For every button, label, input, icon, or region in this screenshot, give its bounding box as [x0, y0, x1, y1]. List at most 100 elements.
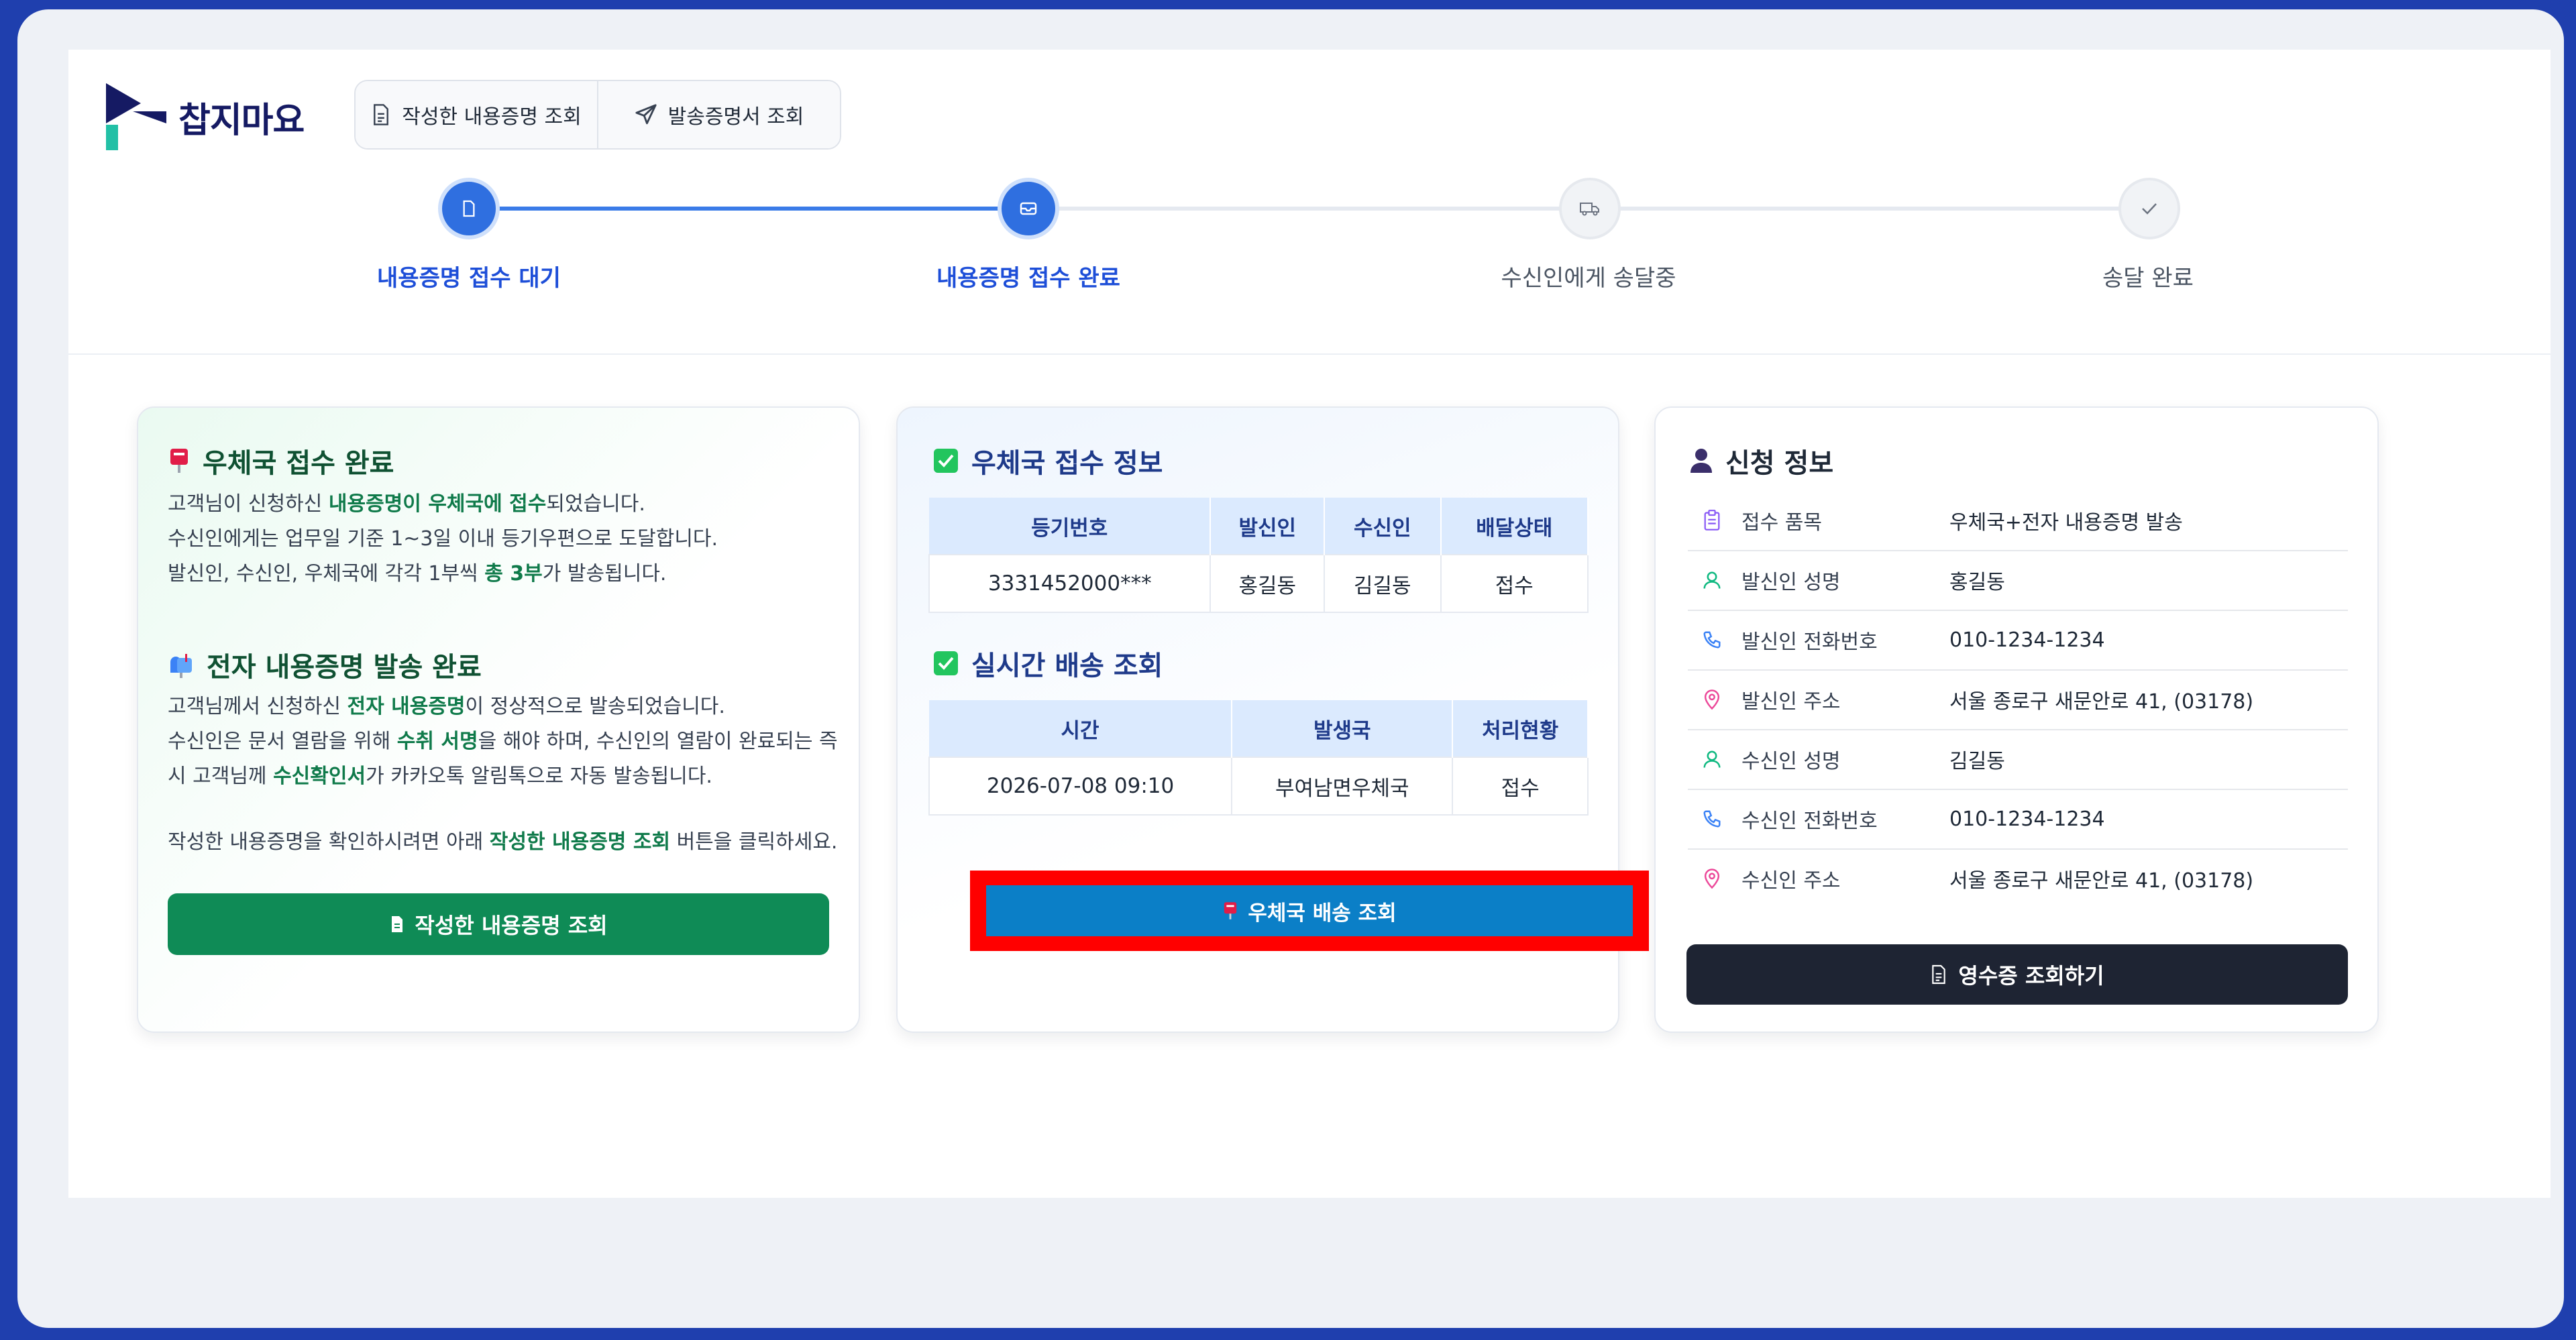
- info-label: 수신인 주소: [1741, 869, 1841, 893]
- time-cell: 2026-07-08 09:10: [928, 757, 1233, 816]
- e-line2-text: 수신인은 문서 열람을 위해: [168, 730, 397, 753]
- delivery-tracking-highlight: 우체국 배송 조회: [970, 871, 1649, 951]
- step-connector-done: [470, 207, 1030, 211]
- step-4-circle: [2118, 178, 2180, 239]
- check-icon: [2142, 203, 2157, 215]
- post-line3-tail: 가 발송됩니다.: [542, 562, 667, 585]
- info-label: 수신인 전화번호: [1741, 809, 1878, 833]
- registration-number-cell: 3331452000***: [928, 554, 1212, 613]
- truck-icon: [1580, 203, 1599, 216]
- e-line2-highlight: 수취 서명: [396, 730, 478, 753]
- post-line1-tail: 되었습니다.: [546, 492, 645, 516]
- info-label: 발신인 주소: [1741, 690, 1841, 714]
- column-header: 수신인: [1324, 498, 1442, 555]
- info-row-recipient-phone: 수신인 전화번호 010-1234-1234: [1688, 789, 2348, 850]
- post-office-delivery-tracking-button[interactable]: 우체국 배송 조회: [986, 885, 1633, 936]
- receipt-icon: [1932, 964, 1946, 985]
- view-written-certificate-label: 작성한 내용증명 조회: [415, 913, 608, 938]
- receipt-table: 등기번호 발신인 수신인 배달상태 3331452000*** 홍길동 김길동 …: [928, 498, 1589, 613]
- status-cell: 접수: [1452, 757, 1589, 816]
- electronic-certificate-sent-title-text: 전자 내용증명 발송 완료: [207, 652, 482, 683]
- e-line2-tail: 을 해야 하며, 수신인의 열람이 완료되는 즉: [478, 730, 838, 753]
- tracking-title: 실시간 배송 조회: [932, 644, 1163, 683]
- step-3-label: 수신인에게 송달중: [1501, 265, 1676, 292]
- view-receipt-button[interactable]: 영수증 조회하기: [1686, 944, 2348, 1005]
- info-value: 010-1234-1234: [1949, 807, 2105, 831]
- view-receipt-label: 영수증 조회하기: [1958, 963, 2104, 989]
- info-value: 우체국+전자 내용증명 발송: [1949, 511, 2183, 535]
- sender-cell: 홍길동: [1210, 554, 1326, 613]
- person-icon: [1689, 447, 1713, 474]
- e-line3-text: 시 고객님께: [168, 765, 274, 788]
- step-2-circle: [998, 178, 1059, 239]
- recipient-cell: 김길동: [1324, 554, 1442, 613]
- info-row-recipient-name: 수신인 성명 김길동: [1688, 730, 2348, 790]
- post-office-received-title-text: 우체국 접수 완료: [203, 448, 394, 479]
- post-line3-highlight: 총 3부: [484, 562, 543, 585]
- info-row-recipient-address: 수신인 주소 서울 종로구 새문안로 41, (03178): [1688, 849, 2348, 908]
- lookup-hint: 작성한 내용증명을 확인하시려면 아래 작성한 내용증명 조회 버튼을 클릭하세…: [168, 825, 837, 860]
- e-line3-highlight: 수신확인서: [273, 765, 366, 788]
- post-line2-text: 수신인에게는 업무일 기준 1~3일 이내 등기우편으로 도달합니다.: [168, 527, 718, 551]
- info-row-sender-address: 발신인 주소 서울 종로구 새문안로 41, (03178): [1688, 670, 2348, 730]
- step-3-circle: [1559, 178, 1621, 239]
- post-line1-highlight: 내용증명이 우체국에 접수: [328, 492, 547, 516]
- receipt-info-title-text: 우체국 접수 정보: [971, 448, 1163, 479]
- e-line1-highlight: 전자 내용증명: [347, 695, 466, 718]
- info-label: 발신인 전화번호: [1741, 630, 1878, 654]
- e-line3-tail: 가 카카오톡 알림톡으로 자동 발송됩니다.: [366, 765, 712, 788]
- hint-highlight: 작성한 내용증명 조회: [489, 830, 671, 854]
- receipt-info-title: 우체국 접수 정보: [932, 441, 1163, 480]
- column-header: 처리현황: [1452, 700, 1589, 757]
- document-icon: [392, 916, 403, 932]
- info-label: 수신인 성명: [1741, 750, 1841, 773]
- info-value: 서울 종로구 새문안로 41, (03178): [1949, 690, 2254, 714]
- view-written-certificate-button[interactable]: 작성한 내용증명 조회: [168, 893, 829, 955]
- document-icon: [463, 200, 475, 217]
- info-label: 발신인 성명: [1741, 571, 1841, 594]
- column-header: 발생국: [1232, 700, 1454, 757]
- application-info-panel: 신청 정보 접수 품목 우체국+전자 내용증명 발송 발신인 성명 홍길동 발신…: [1654, 406, 2379, 1033]
- postbox-icon: [1224, 902, 1237, 919]
- post-office-description: 고객님이 신청하신 내용증명이 우체국에 접수되었습니다. 수신인에게는 업무일…: [168, 487, 718, 592]
- info-row-sender-name: 발신인 성명 홍길동: [1688, 551, 2348, 611]
- e-line1-text: 고객님께서 신청하신: [168, 695, 347, 718]
- tracking-title-text: 실시간 배송 조회: [971, 651, 1163, 681]
- post-line3-text: 발신인, 수신인, 우체국에 각각 1부씩: [168, 562, 485, 585]
- clipboard-icon: [1699, 510, 1725, 531]
- application-info-title-text: 신청 정보: [1725, 448, 1834, 479]
- info-value: 서울 종로구 새문안로 41, (03178): [1949, 869, 2254, 893]
- step-1-label: 내용증명 접수 대기: [377, 265, 561, 292]
- post-office-received-title: 우체국 접수 완료: [168, 441, 394, 480]
- office-cell: 부여남면우체국: [1231, 757, 1454, 816]
- info-value: 010-1234-1234: [1949, 628, 2105, 652]
- tracking-table: 시간 발생국 처리현황 2026-07-08 09:10 부여남면우체국 접수: [928, 700, 1589, 816]
- phone-icon: [1699, 809, 1725, 829]
- window-frame: 찹지마요 작성한 내용증명 조회 발송증명서 조회 내용증명 접수 대기 내용증…: [17, 9, 2564, 1328]
- location-pin-icon: [1699, 868, 1725, 889]
- e-line1-tail: 이 정상적으로 발송되었습니다.: [465, 695, 725, 718]
- progress-stepper: 내용증명 접수 대기 내용증명 접수 완료 수신인에게 송달중 송달 완료: [68, 50, 2551, 353]
- post-office-delivery-tracking-label: 우체국 배송 조회: [1248, 901, 1397, 926]
- phone-icon: [1699, 630, 1725, 650]
- mailbox-icon: [168, 651, 195, 678]
- checkbox-icon: [932, 447, 959, 474]
- info-value: 김길동: [1949, 750, 2005, 773]
- table-row: 3331452000*** 홍길동 김길동 접수: [928, 554, 1589, 613]
- postbox-icon: [168, 447, 191, 474]
- electronic-certificate-description: 고객님께서 신청하신 전자 내용증명이 정상적으로 발송되었습니다. 수신인은 …: [168, 689, 838, 794]
- completion-notice-panel: 우체국 접수 완료 고객님이 신청하신 내용증명이 우체국에 접수되었습니다. …: [137, 406, 860, 1033]
- column-header: 발신인: [1210, 498, 1326, 555]
- info-row-sender-phone: 발신인 전화번호 010-1234-1234: [1688, 610, 2348, 671]
- envelope-icon: [1020, 202, 1037, 215]
- column-header: 배달상태: [1440, 498, 1589, 555]
- column-header: 등기번호: [929, 498, 1212, 555]
- application-info-title: 신청 정보: [1689, 441, 1833, 480]
- step-connector-pending: [1029, 207, 1590, 211]
- table-header-row: 등기번호 발신인 수신인 배달상태: [929, 498, 1589, 555]
- delivery-status-cell: 접수: [1440, 554, 1589, 613]
- checkbox-icon: [932, 650, 959, 677]
- info-value: 홍길동: [1949, 571, 2005, 594]
- electronic-certificate-sent-title: 전자 내용증명 발송 완료: [168, 645, 482, 684]
- post-line1-text: 고객님이 신청하신: [168, 492, 329, 516]
